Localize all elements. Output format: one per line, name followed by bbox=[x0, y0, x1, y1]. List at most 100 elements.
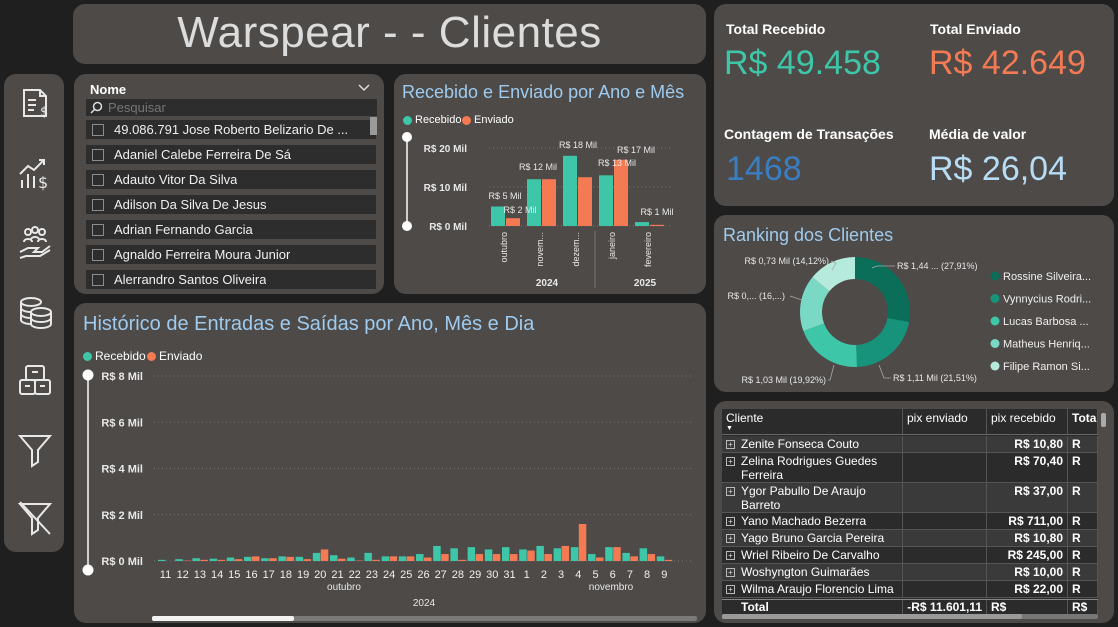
range-slider-handle[interactable] bbox=[402, 221, 412, 231]
scrollbar-horizontal[interactable] bbox=[722, 614, 1098, 619]
bar-recebido[interactable] bbox=[527, 179, 541, 226]
column-header-cliente[interactable]: Cliente ▼ bbox=[722, 409, 903, 434]
growth-chart-money-icon[interactable]: $ bbox=[16, 154, 54, 192]
scrollbar[interactable] bbox=[370, 117, 377, 135]
bar-recebido[interactable] bbox=[570, 547, 579, 561]
expand-icon[interactable]: + bbox=[726, 568, 735, 577]
table-row[interactable]: + Wilma Araujo Florencio Lima R$ 22,00 R bbox=[722, 581, 1098, 598]
expand-icon[interactable]: + bbox=[726, 440, 735, 449]
bar-enviado[interactable] bbox=[286, 556, 294, 561]
bar-recebido[interactable] bbox=[295, 556, 304, 561]
bar-enviado[interactable] bbox=[320, 549, 329, 561]
bar-recebido[interactable] bbox=[467, 547, 476, 561]
chevron-down-icon[interactable] bbox=[358, 84, 370, 92]
bar-enviado[interactable] bbox=[458, 559, 466, 561]
bar-enviado[interactable] bbox=[664, 559, 673, 561]
bar-enviado[interactable] bbox=[614, 159, 628, 226]
slicer-item[interactable]: Agnaldo Ferreira Moura Junior bbox=[86, 245, 376, 264]
bar-recebido[interactable] bbox=[278, 556, 286, 561]
bar-recebido[interactable] bbox=[330, 555, 338, 561]
table-row[interactable]: + Yano Machado Bezerra R$ 711,00 R bbox=[722, 513, 1098, 530]
table-row[interactable]: + Woshyngton Guimarães R$ 10,00 R bbox=[722, 564, 1098, 581]
bar-enviado[interactable] bbox=[234, 559, 243, 561]
range-slider-handle[interactable] bbox=[82, 564, 94, 576]
legend-label[interactable]: Matheus Henriq... bbox=[1003, 339, 1090, 351]
bar-enviado[interactable] bbox=[596, 557, 604, 561]
bar-enviado[interactable] bbox=[527, 550, 535, 561]
bar-enviado[interactable] bbox=[200, 559, 208, 561]
bar-enviado[interactable] bbox=[406, 556, 415, 561]
bar-recebido[interactable] bbox=[599, 175, 613, 226]
bar-enviado[interactable] bbox=[389, 556, 398, 561]
bar-enviado[interactable] bbox=[338, 558, 346, 561]
bar-enviado[interactable] bbox=[506, 218, 520, 226]
range-slider-handle[interactable] bbox=[82, 369, 94, 381]
bar-recebido[interactable] bbox=[656, 556, 665, 561]
table-row[interactable]: + Zenite Fonseca Couto R$ 10,80 R bbox=[722, 436, 1098, 453]
table-row[interactable]: + Yago Bruno Garcia Pereira R$ 10,80 R bbox=[722, 530, 1098, 547]
bar-enviado[interactable] bbox=[578, 177, 592, 226]
slicer-item[interactable]: Adrian Fernando Garcia bbox=[86, 220, 376, 239]
range-slider-handle[interactable] bbox=[402, 132, 412, 142]
legend-label[interactable]: Lucas Barbosa ... bbox=[1003, 316, 1089, 328]
sort-descending-icon[interactable]: ▼ bbox=[726, 425, 733, 432]
bar-recebido[interactable] bbox=[347, 557, 355, 561]
bar-recebido[interactable] bbox=[563, 155, 577, 226]
expand-icon[interactable]: + bbox=[726, 585, 735, 594]
table-row[interactable]: + Ygor Pabullo De Araujo Barreto R$ 37,00 R bbox=[722, 483, 1098, 513]
bar-enviado[interactable] bbox=[492, 554, 501, 561]
bar-recebido[interactable] bbox=[192, 558, 200, 561]
slicer-item[interactable]: Adaniel Calebe Ferreira De Sá bbox=[86, 145, 376, 164]
slicer-item[interactable]: 49.086.791 Jose Roberto Belizario De ... bbox=[86, 120, 376, 139]
bar-recebido[interactable] bbox=[364, 552, 372, 561]
legend-label[interactable]: Rossine Silveira... bbox=[1003, 271, 1091, 283]
invoice-money-icon[interactable]: $ bbox=[16, 84, 54, 122]
bar-recebido[interactable] bbox=[450, 548, 458, 561]
bar-enviado[interactable] bbox=[269, 558, 277, 561]
slicer-item[interactable]: Adauto Vitor Da Silva bbox=[86, 170, 376, 189]
bar-recebido[interactable] bbox=[622, 552, 630, 561]
people-hand-icon[interactable] bbox=[16, 224, 54, 262]
bar-enviado[interactable] bbox=[510, 554, 518, 561]
bar-recebido[interactable] bbox=[158, 559, 166, 561]
bar-recebido[interactable] bbox=[502, 547, 510, 561]
filter-icon[interactable] bbox=[16, 430, 54, 468]
bar-recebido[interactable] bbox=[588, 554, 596, 561]
legend-label[interactable]: Vynnycius Rodri... bbox=[1003, 294, 1091, 306]
bar-recebido[interactable] bbox=[639, 548, 648, 561]
bar-recebido[interactable] bbox=[553, 548, 562, 561]
search-input[interactable] bbox=[108, 99, 368, 116]
bar-recebido[interactable] bbox=[519, 549, 527, 561]
scrollbar-thumb[interactable] bbox=[152, 616, 294, 621]
checkbox[interactable] bbox=[92, 273, 104, 286]
checkbox[interactable] bbox=[92, 198, 104, 211]
expand-icon[interactable]: + bbox=[726, 534, 735, 543]
expand-icon[interactable]: + bbox=[726, 517, 735, 526]
column-header-total[interactable]: Total bbox=[1068, 409, 1098, 434]
bar-enviado[interactable] bbox=[303, 559, 312, 561]
bar-enviado[interactable] bbox=[650, 224, 664, 226]
bar-recebido[interactable] bbox=[209, 558, 218, 561]
donut-slice[interactable] bbox=[803, 323, 857, 367]
bar-recebido[interactable] bbox=[175, 559, 183, 561]
clear-filter-icon[interactable] bbox=[16, 498, 54, 536]
bar-enviado[interactable] bbox=[542, 179, 556, 226]
bar-recebido[interactable] bbox=[484, 549, 493, 561]
checkbox[interactable] bbox=[92, 223, 104, 236]
bar-enviado[interactable] bbox=[630, 556, 638, 561]
bar-recebido[interactable] bbox=[261, 558, 269, 561]
bar-recebido[interactable] bbox=[536, 545, 544, 561]
checkbox[interactable] bbox=[92, 173, 104, 186]
bar-recebido[interactable] bbox=[635, 222, 649, 226]
scrollbar-thumb[interactable] bbox=[722, 614, 1022, 619]
bar-enviado[interactable] bbox=[578, 524, 587, 561]
slicer-item[interactable]: Alerrandro Santos Oliveira bbox=[86, 270, 376, 289]
bar-recebido[interactable] bbox=[312, 552, 321, 561]
bar-enviado[interactable] bbox=[613, 547, 621, 561]
bar-enviado[interactable] bbox=[441, 554, 449, 561]
bar-enviado[interactable] bbox=[252, 556, 260, 561]
table-row[interactable]: + Wriel Ribeiro De Carvalho R$ 245,00 R bbox=[722, 547, 1098, 564]
scrollbar[interactable] bbox=[1101, 413, 1106, 427]
bar-recebido[interactable] bbox=[416, 554, 424, 561]
bar-recebido[interactable] bbox=[244, 556, 252, 561]
